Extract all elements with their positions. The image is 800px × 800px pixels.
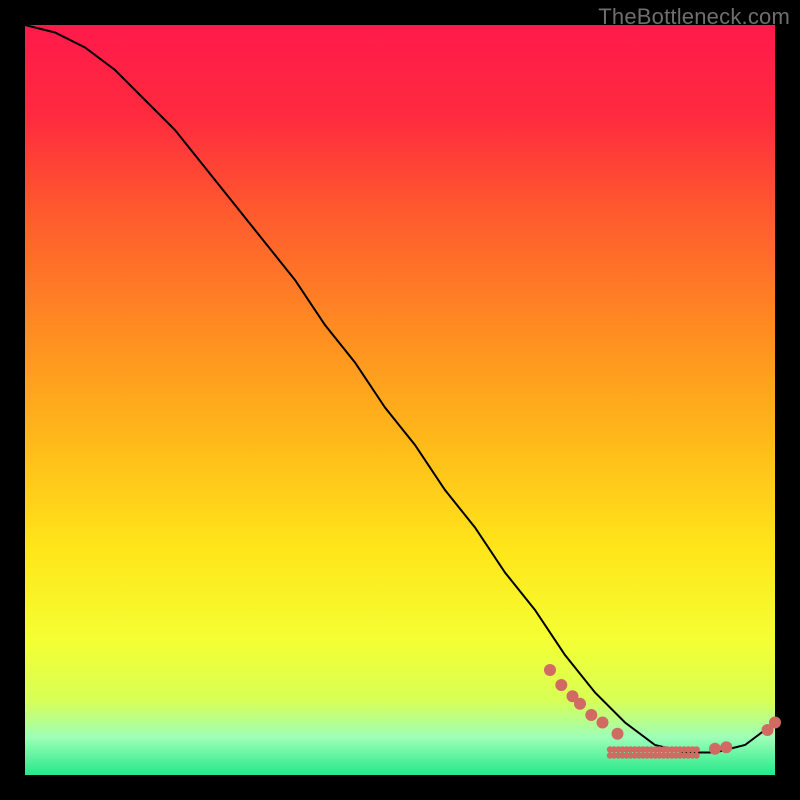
plot-area — [25, 25, 775, 775]
chart-stage: TheBottleneck.com — [0, 0, 800, 800]
marker-dot — [597, 717, 609, 729]
marker-dot — [574, 698, 586, 710]
label-cluster-dot — [693, 752, 699, 758]
curve-svg — [25, 25, 775, 775]
marker-dot — [720, 741, 732, 753]
watermark-text: TheBottleneck.com — [598, 4, 790, 30]
marker-dot — [769, 717, 781, 729]
marker-dot — [585, 709, 597, 721]
marker-dot — [555, 679, 567, 691]
marker-dot — [612, 728, 624, 740]
marker-dot — [544, 664, 556, 676]
bottleneck-curve — [25, 25, 775, 753]
label-cluster-dot — [693, 746, 699, 752]
marker-dot — [709, 743, 721, 755]
